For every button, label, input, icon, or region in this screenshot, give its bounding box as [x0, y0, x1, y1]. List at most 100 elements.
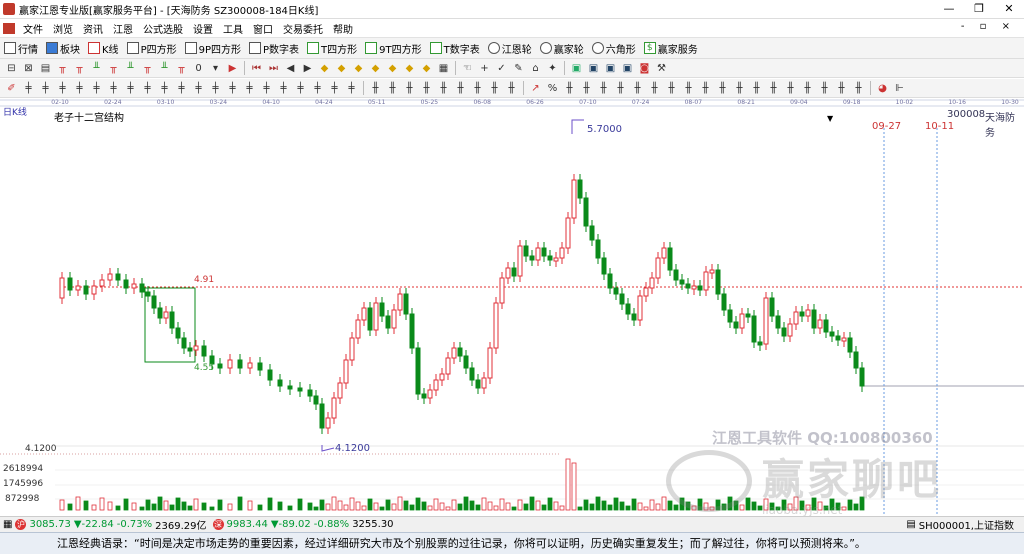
diamond-icon-1[interactable]: ◆	[318, 62, 331, 75]
first-icon[interactable]: ⏮	[250, 62, 263, 75]
bar-tool-33[interactable]: ╫	[614, 82, 627, 95]
tool-icon[interactable]: ⚒	[655, 62, 668, 75]
next-icon[interactable]: ⏭	[267, 62, 280, 75]
bar-tool-2[interactable]: ╪	[39, 82, 52, 95]
bar-tool-6[interactable]: ╪	[107, 82, 120, 95]
menu-tools[interactable]: 工具	[218, 21, 248, 36]
minimize-button[interactable]: —	[934, 0, 964, 18]
kline-button[interactable]: K线	[84, 41, 123, 56]
bar-tool-36[interactable]: ╫	[665, 82, 678, 95]
menu-info[interactable]: 资讯	[78, 21, 108, 36]
winner-service-button[interactable]: $ 赢家服务	[640, 41, 702, 56]
bar-tool-31[interactable]: ╫	[580, 82, 593, 95]
9p-square-button[interactable]: 9P四方形	[181, 41, 245, 56]
kline-chart-area[interactable]: 02-10 02-24 03-10 03-24 04-10 04-24 05-11 05-25…	[0, 98, 1024, 517]
candle-icon-2[interactable]: ╥	[73, 62, 86, 75]
bar-tool-27[interactable]: ╫	[471, 82, 484, 95]
chart-icon-1[interactable]: ▣	[570, 62, 583, 75]
bar-tool-10[interactable]: ╪	[175, 82, 188, 95]
bar-tool-23[interactable]: ╫	[403, 82, 416, 95]
close-button[interactable]: ✕	[994, 0, 1024, 18]
right-icon[interactable]: ▶	[301, 62, 314, 75]
bar-tool-30[interactable]: ╫	[563, 82, 576, 95]
car-icon[interactable]: ◙	[638, 62, 651, 75]
bar-tool-1[interactable]: ╪	[22, 82, 35, 95]
ruler-icon[interactable]: ⊩	[893, 82, 906, 95]
bar-tool-34[interactable]: ╫	[631, 82, 644, 95]
diamond-icon-3[interactable]: ◆	[352, 62, 365, 75]
bar-tool-15[interactable]: ╪	[260, 82, 273, 95]
candle-icon-7[interactable]: ╨	[158, 62, 171, 75]
bar-tool-20[interactable]: ╪	[345, 82, 358, 95]
candle-icon-5[interactable]: ╨	[124, 62, 137, 75]
bar-tool-7[interactable]: ╪	[124, 82, 137, 95]
sector-button[interactable]: 板块	[42, 41, 84, 56]
hexagon-button[interactable]: 六角形	[588, 41, 640, 56]
t-square-button[interactable]: T四方形	[303, 41, 361, 56]
p-square-button[interactable]: P四方形	[123, 41, 181, 56]
menu-file[interactable]: 文件	[18, 21, 48, 36]
diamond-icon-6[interactable]: ◆	[403, 62, 416, 75]
bar-tool-8[interactable]: ╪	[141, 82, 154, 95]
grid-status-icon[interactable]: ▦	[3, 519, 12, 530]
candle-icon-1[interactable]: ╥	[56, 62, 69, 75]
bar-tool-12[interactable]: ╪	[209, 82, 222, 95]
bar-tool-43[interactable]: ╫	[784, 82, 797, 95]
settings-icon[interactable]: ✦	[546, 62, 559, 75]
bar-tool-14[interactable]: ╪	[243, 82, 256, 95]
index-selector[interactable]: ▤ SH000001,上证指数	[906, 517, 1014, 532]
candle-icon-4[interactable]: ╥	[107, 62, 120, 75]
pie-icon[interactable]: ◕	[876, 82, 889, 95]
left-icon[interactable]: ◀	[284, 62, 297, 75]
t-number-table-button[interactable]: T数字表	[426, 41, 484, 56]
bar-tool-38[interactable]: ╫	[699, 82, 712, 95]
hand-icon[interactable]: ☜	[461, 62, 474, 75]
bar-tool-29[interactable]: ╫	[505, 82, 518, 95]
diamond-icon-5[interactable]: ◆	[386, 62, 399, 75]
candle-icon-6[interactable]: ╥	[141, 62, 154, 75]
stamp-icon[interactable]: ⌂	[529, 62, 542, 75]
bar-tool-47[interactable]: ╫	[852, 82, 865, 95]
diamond-icon-7[interactable]: ◆	[420, 62, 433, 75]
bar-tool-35[interactable]: ╫	[648, 82, 661, 95]
bar-tool-5[interactable]: ╪	[90, 82, 103, 95]
candle-icon-3[interactable]: ╨	[90, 62, 103, 75]
pen-icon[interactable]: ✎	[512, 62, 525, 75]
chart-icon-3[interactable]: ▣	[604, 62, 617, 75]
bar-tool-22[interactable]: ╫	[386, 82, 399, 95]
bar-tool-44[interactable]: ╫	[801, 82, 814, 95]
9t-square-button[interactable]: 9T四方形	[361, 41, 425, 56]
check-icon[interactable]: ✓	[495, 62, 508, 75]
menu-settings[interactable]: 设置	[188, 21, 218, 36]
bar-tool-24[interactable]: ╫	[420, 82, 433, 95]
p-number-table-button[interactable]: P数字表	[245, 41, 303, 56]
bar-tool-40[interactable]: ╫	[733, 82, 746, 95]
trend-tool-icon[interactable]: ↗	[529, 82, 542, 95]
chart-icon-4[interactable]: ▣	[621, 62, 634, 75]
bar-tool-25[interactable]: ╫	[437, 82, 450, 95]
bar-tool-21[interactable]: ╫	[369, 82, 382, 95]
diamond-icon-2[interactable]: ◆	[335, 62, 348, 75]
winner-wheel-button[interactable]: 赢家轮	[536, 41, 588, 56]
maximize-button[interactable]: ❐	[964, 0, 994, 18]
bar-tool-37[interactable]: ╫	[682, 82, 695, 95]
menu-help[interactable]: 帮助	[328, 21, 358, 36]
bar-tool-32[interactable]: ╫	[597, 82, 610, 95]
gann-wheel-button[interactable]: 江恩轮	[484, 41, 536, 56]
bar-tool-42[interactable]: ╫	[767, 82, 780, 95]
bar-tool-3[interactable]: ╪	[56, 82, 69, 95]
zero-icon[interactable]: 0	[192, 62, 205, 75]
candle-icon-8[interactable]: ╥	[175, 62, 188, 75]
quote-button[interactable]: 行情	[0, 41, 42, 56]
bar-tool-26[interactable]: ╫	[454, 82, 467, 95]
list-icon[interactable]: ▤	[39, 62, 52, 75]
bar-tool-13[interactable]: ╪	[226, 82, 239, 95]
zoom-icon[interactable]: ⊠	[22, 62, 35, 75]
bar-tool-18[interactable]: ╪	[311, 82, 324, 95]
diamond-icon-4[interactable]: ◆	[369, 62, 382, 75]
bar-tool-28[interactable]: ╫	[488, 82, 501, 95]
bar-tool-17[interactable]: ╪	[294, 82, 307, 95]
bar-tool-41[interactable]: ╫	[750, 82, 763, 95]
layout-icon[interactable]: ⊟	[5, 62, 18, 75]
bar-tool-4[interactable]: ╪	[73, 82, 86, 95]
